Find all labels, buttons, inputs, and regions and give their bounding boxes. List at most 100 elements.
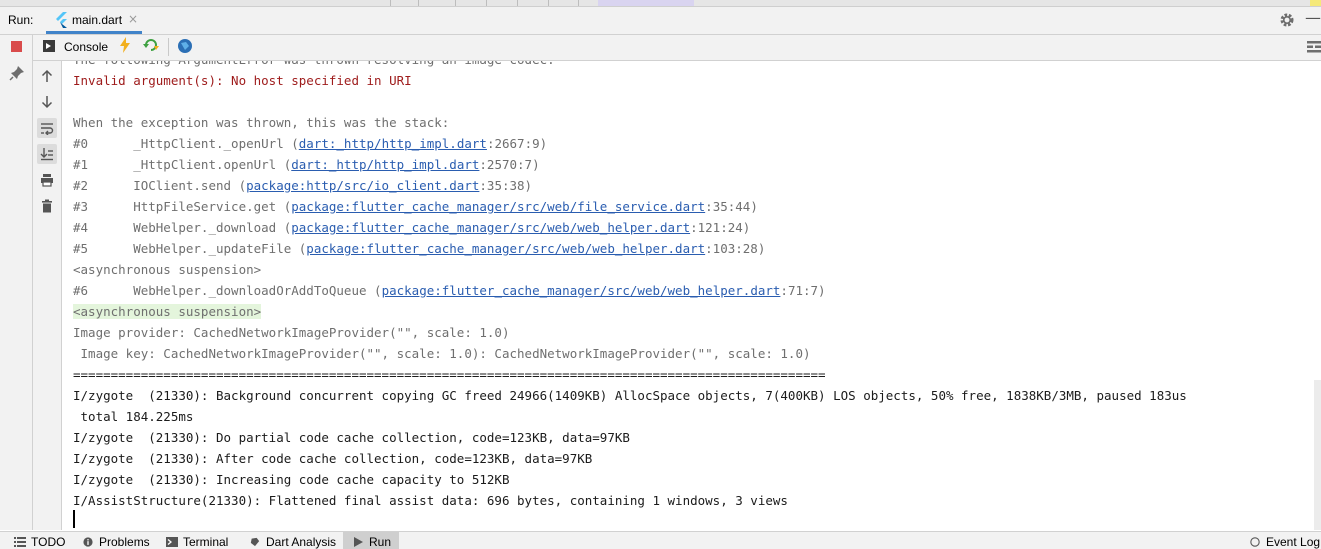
console-line: Invalid argument(s): No host specified i… — [73, 70, 412, 91]
flutter-icon — [56, 12, 67, 28]
scroll-up-button[interactable] — [37, 66, 57, 86]
console-line: ========================================… — [73, 364, 826, 385]
print-icon — [41, 174, 53, 187]
run-label: Run: — [8, 13, 34, 27]
console-text: When the exception was thrown, this was … — [73, 115, 450, 130]
scroll-down-button[interactable] — [37, 92, 57, 112]
console-text: I/zygote (21330): Increasing code cache … — [73, 472, 510, 487]
status-event-log[interactable]: Event Log — [1249, 535, 1320, 549]
source-link[interactable]: package:flutter_cache_manager/src/web/fi… — [291, 199, 705, 214]
vertical-scrollbar[interactable] — [1314, 380, 1321, 530]
list-icon — [14, 537, 26, 547]
soft-wrap-icon — [41, 123, 54, 135]
console-line: <asynchronous suspension> — [73, 301, 262, 322]
info-icon — [83, 537, 93, 547]
console-text: #0 _HttpClient._openUrl ( — [73, 136, 299, 151]
console-line: #4 WebHelper._download (package:flutter_… — [73, 217, 750, 238]
console-line: #1 _HttpClient.openUrl (dart:_http/http_… — [73, 154, 540, 175]
tab-name: main.dart — [72, 13, 123, 27]
status-dart-analysis[interactable]: Dart Analysis — [249, 535, 336, 549]
console-text: :71:7) — [780, 283, 826, 298]
status-terminal[interactable]: Terminal — [166, 535, 228, 549]
console-text: #1 _HttpClient.openUrl ( — [73, 157, 292, 172]
minimize-icon[interactable]: — — [1305, 10, 1321, 26]
soft-wrap-button[interactable] — [37, 118, 57, 138]
console-text: #3 HttpFileService.get ( — [73, 199, 292, 214]
source-link[interactable]: package:flutter_cache_manager/src/web/we… — [306, 241, 705, 256]
console-line: #0 _HttpClient._openUrl (dart:_http/http… — [73, 133, 547, 154]
layout-options-icon[interactable] — [1307, 41, 1321, 53]
console-toolbar: Console — [33, 35, 1321, 61]
console-text: Invalid argument(s): No host specified i… — [73, 73, 412, 88]
event-log-icon — [1250, 537, 1260, 547]
source-link[interactable]: dart:_http/http_impl.dart — [291, 157, 479, 172]
console-line: Image provider: CachedNetworkImageProvid… — [73, 322, 510, 343]
console-text: #4 WebHelper._download ( — [73, 220, 292, 235]
console-label: Console — [64, 40, 109, 54]
console-line: total 184.225ms — [73, 406, 194, 427]
terminal-icon — [166, 537, 178, 547]
console-line: I/zygote (21330): Do partial code cache … — [73, 427, 630, 448]
dart-analysis-icon — [250, 537, 260, 547]
run-tab-main-dart[interactable]: main.dart × — [46, 7, 142, 34]
dart-devtools-icon[interactable] — [177, 38, 193, 54]
status-run[interactable]: Run — [352, 535, 391, 549]
console-text: :35:44) — [705, 199, 758, 214]
console-text: I/zygote (21330): Do partial code cache … — [73, 430, 630, 445]
scroll-to-end-button[interactable] — [37, 144, 57, 164]
console-text: I/zygote (21330): After code cache colle… — [73, 451, 593, 466]
console-line: The following ArgumentError was thrown r… — [73, 61, 555, 70]
console-line: I/zygote (21330): Background concurrent … — [73, 385, 1187, 406]
hot-reload-icon[interactable] — [119, 37, 131, 53]
console-text: #2 IOClient.send ( — [73, 178, 247, 193]
console-text: ========================================… — [73, 367, 826, 382]
toolbar-separator — [168, 38, 169, 56]
status-bar: TODO Problems Terminal Dart Analysis Run… — [0, 531, 1321, 549]
console-text: I/zygote (21330): Background concurrent … — [73, 388, 1187, 403]
console-text: :2667:9) — [486, 136, 548, 151]
console-text: <asynchronous suspension> — [73, 262, 262, 277]
console-line: #6 WebHelper._downloadOrAddToQueue (pack… — [73, 280, 826, 301]
print-button[interactable] — [37, 170, 57, 190]
console-text: Image provider: CachedNetworkImageProvid… — [73, 325, 510, 340]
console-line: #3 HttpFileService.get (package:flutter_… — [73, 196, 758, 217]
console-text: :2570:7) — [479, 157, 540, 172]
pin-icon[interactable] — [9, 65, 25, 81]
console-text: :35:38) — [479, 178, 533, 193]
console-line: <asynchronous suspension> — [73, 259, 261, 280]
console-line: I/zygote (21330): After code cache colle… — [73, 448, 592, 469]
text-cursor — [73, 510, 75, 528]
console-icon — [43, 40, 55, 52]
console-output[interactable]: The following ArgumentError was thrown r… — [62, 61, 1321, 530]
status-problems[interactable]: Problems — [82, 535, 150, 549]
source-link[interactable]: package:flutter_cache_manager/src/web/we… — [291, 220, 690, 235]
console-line: When the exception was thrown, this was … — [73, 112, 449, 133]
console-text: Image key: CachedNetworkImageProvider(""… — [73, 346, 811, 361]
console-text: #6 WebHelper._downloadOrAddToQueue ( — [73, 283, 382, 298]
arrow-down-icon — [41, 96, 53, 109]
source-link[interactable]: package:flutter_cache_manager/src/web/we… — [382, 283, 781, 298]
clear-all-button[interactable] — [37, 196, 57, 216]
console-text: total 184.225ms — [73, 409, 194, 424]
status-todo[interactable]: TODO — [14, 535, 65, 549]
stop-icon[interactable] — [11, 41, 22, 52]
console-text: :103:28) — [705, 241, 766, 256]
console-text: I/AssistStructure(21330): Flattened fina… — [73, 493, 788, 508]
play-icon — [354, 537, 363, 547]
console-line: #5 WebHelper._updateFile (package:flutte… — [73, 238, 765, 259]
console-text: <asynchronous suspension> — [73, 304, 262, 319]
console-text: :121:24) — [690, 220, 751, 235]
trash-icon — [42, 199, 52, 213]
run-tool-window-header: Run: main.dart × — — [0, 7, 1321, 35]
source-link[interactable]: dart:_http/http_impl.dart — [299, 136, 487, 151]
console-line: I/AssistStructure(21330): Flattened fina… — [73, 490, 788, 511]
gear-icon[interactable] — [1278, 11, 1296, 29]
console-text: The following ArgumentError was thrown r… — [73, 61, 555, 67]
console-line: #2 IOClient.send (package:http/src/io_cl… — [73, 175, 532, 196]
console-line: I/zygote (21330): Increasing code cache … — [73, 469, 510, 490]
source-link[interactable]: package:http/src/io_client.dart — [246, 178, 479, 193]
tab-close-icon[interactable]: × — [128, 12, 138, 26]
hot-restart-icon[interactable] — [143, 38, 159, 52]
arrow-up-icon — [41, 69, 53, 82]
console-text: #5 WebHelper._updateFile ( — [73, 241, 307, 256]
